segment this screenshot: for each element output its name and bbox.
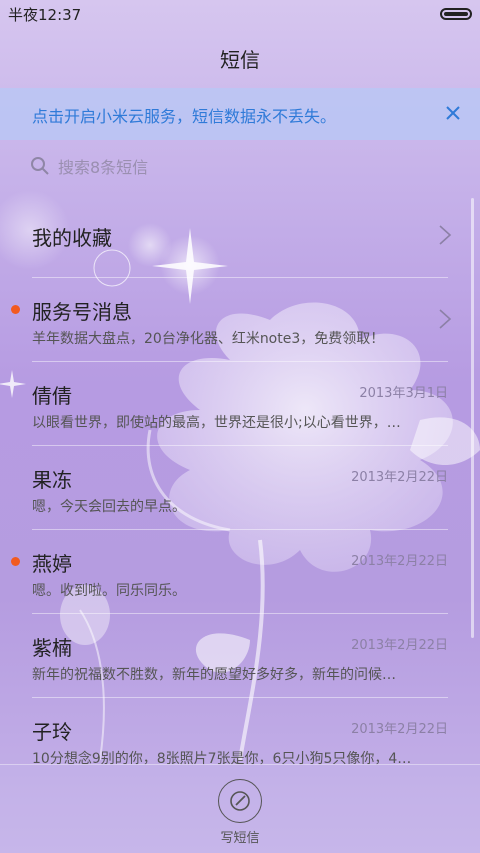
conversation-date: 2013年2月22日: [351, 554, 448, 569]
conversation-preview: 嗯。收到啦。同乐同乐。: [32, 583, 186, 599]
list-item-favorites[interactable]: 我的收藏: [0, 194, 480, 278]
conversation-name: 服务号消息: [32, 300, 132, 324]
conversation-list: 我的收藏 服务号消息 羊年数据大盘点，20台净化器、红米note3，免费领取！ …: [0, 194, 480, 782]
search-bar[interactable]: [0, 140, 480, 192]
search-input[interactable]: [58, 154, 438, 180]
list-item-conversation[interactable]: 倩倩 2013年3月1日 以眼看世界，即使站的最高，世界还是很小;以心看世界，…: [0, 362, 480, 446]
status-time: 半夜12:37: [8, 6, 82, 24]
page-title: 短信: [220, 48, 260, 72]
chevron-right-icon: [439, 225, 452, 245]
list-item-service-messages[interactable]: 服务号消息 羊年数据大盘点，20台净化器、红米note3，免费领取！: [0, 278, 480, 362]
conversation-name: 倩倩: [32, 384, 72, 408]
unread-dot: [11, 305, 20, 314]
cloud-service-banner[interactable]: 点击开启小米云服务，短信数据永不丢失。: [0, 88, 480, 140]
conversation-name: 子玲: [32, 720, 72, 744]
conversation-name: 燕婷: [32, 552, 72, 576]
battery-icon: [440, 8, 472, 20]
conversation-preview: 嗯，今天会回去的早点。: [32, 499, 186, 515]
list-item-conversation[interactable]: 燕婷 2013年2月22日 嗯。收到啦。同乐同乐。: [0, 530, 480, 614]
search-icon: [31, 157, 49, 175]
list-item-conversation[interactable]: 果冻 2013年2月22日 嗯，今天会回去的早点。: [0, 446, 480, 530]
status-bar: 半夜12:37: [0, 0, 480, 28]
scrollbar[interactable]: [471, 198, 474, 638]
close-icon[interactable]: [440, 100, 466, 126]
conversation-name: 紫楠: [32, 636, 72, 660]
conversation-preview: 羊年数据大盘点，20台净化器、红米note3，免费领取！: [32, 331, 385, 347]
banner-text[interactable]: 点击开启小米云服务，短信数据永不丢失。: [32, 103, 336, 127]
conversation-preview: 新年的祝福数不胜数，新年的愿望好多好多，新年的问候…: [32, 667, 396, 683]
bottom-bar: 写短信: [0, 764, 480, 853]
conversation-date: 2013年2月22日: [351, 470, 448, 485]
compose-label[interactable]: 写短信: [0, 827, 480, 846]
conversation-preview: 以眼看世界，即使站的最高，世界还是很小;以心看世界，…: [32, 415, 401, 431]
compose-pen-icon: [230, 791, 250, 811]
conversation-date: 2013年2月22日: [351, 638, 448, 653]
chevron-right-icon: [439, 309, 452, 329]
list-item-conversation[interactable]: 紫楠 2013年2月22日 新年的祝福数不胜数，新年的愿望好多好多，新年的问候…: [0, 614, 480, 698]
conversation-date: 2013年2月22日: [351, 722, 448, 737]
unread-dot: [11, 557, 20, 566]
conversation-date: 2013年3月1日: [359, 386, 448, 401]
compose-button[interactable]: [218, 779, 262, 823]
conversation-name: 我的收藏: [32, 226, 112, 250]
conversation-name: 果冻: [32, 468, 72, 492]
